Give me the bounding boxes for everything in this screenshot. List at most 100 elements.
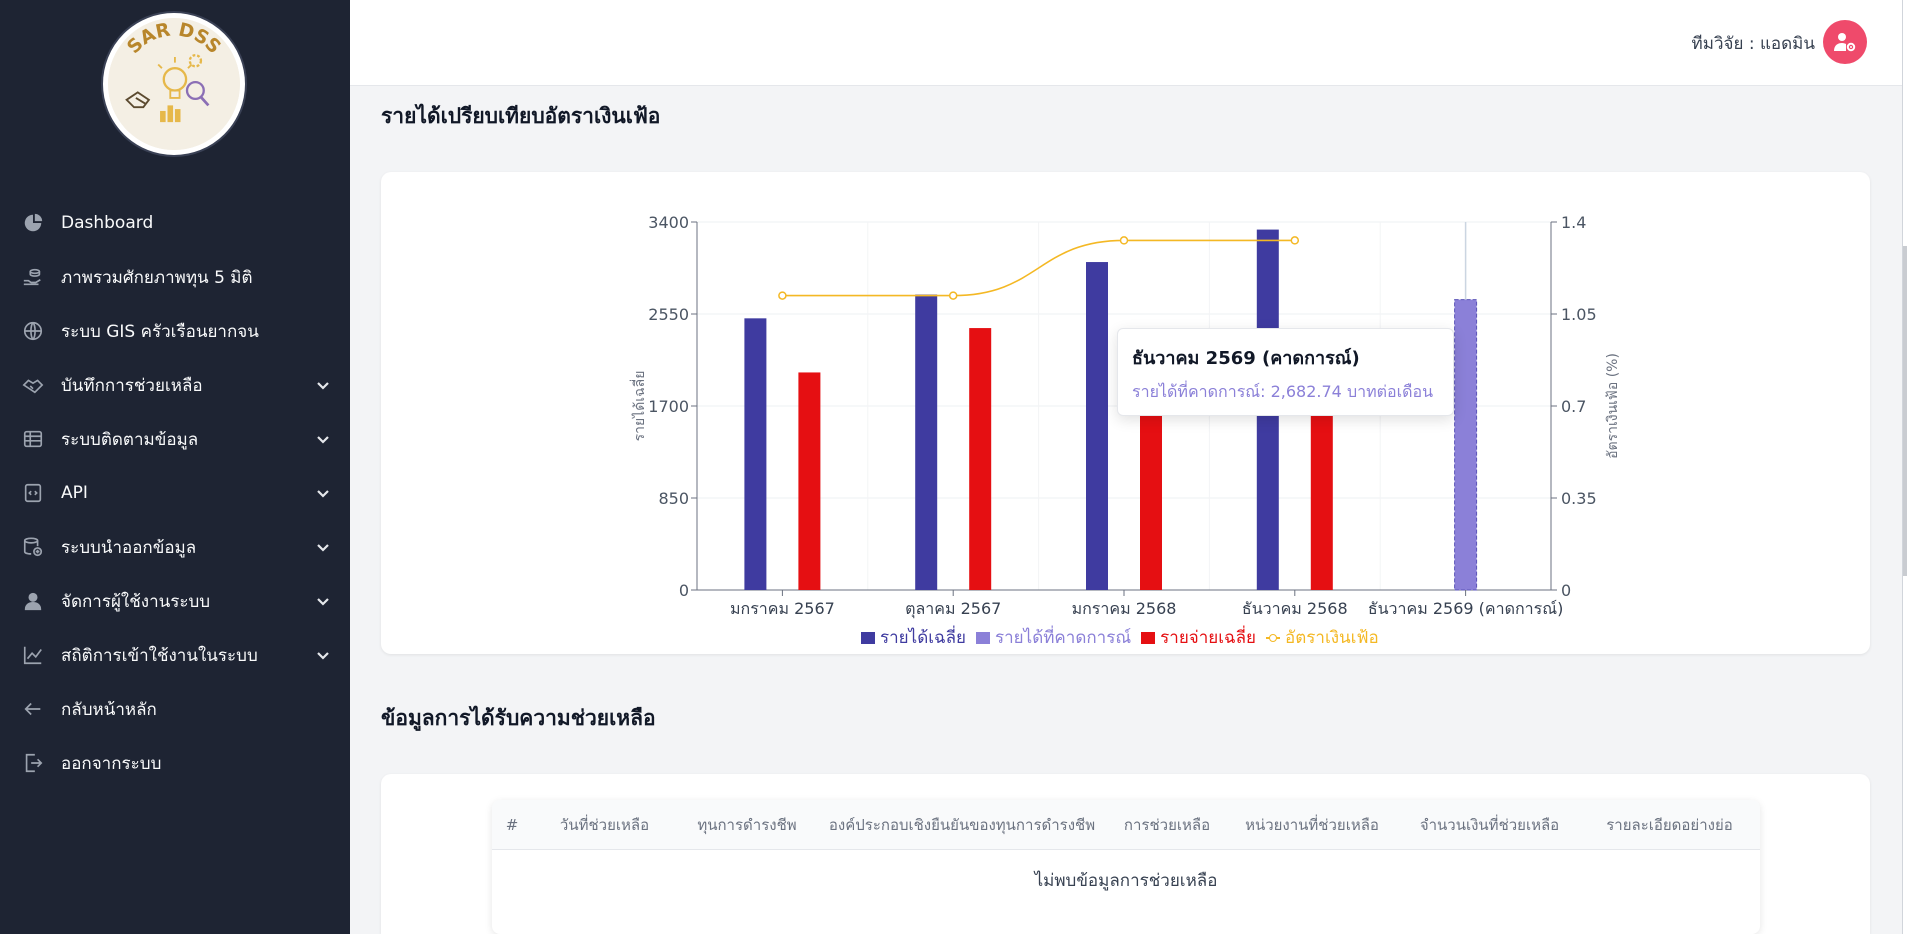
chevron-down-icon[interactable] [314,484,332,502]
expense-bar [1310,386,1333,590]
sidebar-item-8[interactable]: จัดการผู้ใช้งานระบบ [0,574,350,628]
sidebar-item-label: สถิติการเข้าใช้งานในระบบ [61,645,258,666]
forecast-income-bar [1454,299,1478,591]
chevron-down-icon[interactable] [314,430,332,448]
sidebar-item-4[interactable]: บันทึกการช่วยเหลือ [0,358,350,412]
column-header[interactable]: องค์ประกอบเชิงยืนยันของทุนการดำรงชีพ [817,813,1107,837]
sidebar-item-1[interactable]: Dashboard [0,196,350,250]
sidebar-item-label: ระบบนำออกข้อมูล [61,537,197,558]
sidebar-item-9[interactable]: สถิติการเข้าใช้งานในระบบ [0,628,350,682]
chart-pie-icon [20,210,46,236]
logout-icon [20,750,46,776]
y-tick-label: 1700 [648,397,689,416]
sidebar-item-label: บันทึกการช่วยเหลือ [61,375,203,396]
assistance-section-title: ข้อมูลการได้รับความช่วยเหลือ [381,706,656,730]
legend-item[interactable]: อัตราเงินเฟ้อ [1266,624,1379,651]
logo-title: SAR DSS [123,20,224,59]
sidebar-item-label: Dashboard [61,213,154,233]
user-gear-icon[interactable] [1823,20,1867,64]
expense-bar [969,328,992,590]
legend-item[interactable]: รายจ่ายเฉลี่ย [1141,624,1256,651]
table-header: # วันที่ช่วยเหลือ ทุนการดำรงชีพ องค์ประกอบเ… [492,800,1760,850]
chevron-down-icon[interactable] [314,646,332,664]
y2-axis-title: อัตราเงินเฟ้อ (%) [1605,353,1621,459]
line-chart-icon [20,642,46,668]
empty-message: ไม่พบข้อมูลการช่วยเหลือ [1034,870,1218,891]
x-tick-label: ธันวาคม 2568 [1242,599,1348,618]
x-tick-label: ตุลาคม 2567 [905,599,1001,619]
chevron-down-icon[interactable] [314,376,332,394]
inflation-point [1290,236,1300,245]
column-header[interactable]: จำนวนเงินที่ช่วยเหลือ [1397,813,1582,837]
sidebar-item-label: ภาพรวมศักยภาพทุน 5 มิติ [61,267,253,288]
legend-item[interactable]: รายได้เฉลี่ย [861,624,966,651]
assistance-table: # วันที่ช่วยเหลือ ทุนการดำรงชีพ องค์ประกอบเ… [492,800,1760,934]
handshake-icon [20,372,46,398]
table-list-icon [20,426,46,452]
arrow-left-icon [20,696,46,722]
legend-label: รายได้เฉลี่ย [880,628,966,648]
column-header[interactable]: ทุนการดำรงชีพ [677,813,817,837]
legend-swatch [1141,631,1156,644]
x-tick-label: มกราคม 2568 [1072,599,1177,618]
legend-item[interactable]: รายได้ที่คาดการณ์ [976,624,1131,651]
sidebar-item-7[interactable]: ระบบนำออกข้อมูล [0,520,350,574]
scrollbar[interactable] [1902,0,1907,934]
svg-text:SAR DSS: SAR DSS [123,20,224,59]
legend-swatch [1266,633,1281,643]
sidebar-item-5[interactable]: ระบบติดตามข้อมูล [0,412,350,466]
y-tick-label: 850 [658,489,689,508]
sar-dss-logo[interactable]: SAR DSS [103,13,245,155]
sidebar-item-10[interactable]: กลับหน้าหลัก [0,682,350,736]
chevron-down-icon[interactable] [314,538,332,556]
globe-icon [20,318,46,344]
income-chart-card: 0 850 1700 2550 3400 0 0.35 0.7 1.05 1.4 มกราคม 25… [381,172,1870,654]
y-tick-label: 3400 [648,213,689,232]
assistance-card: # วันที่ช่วยเหลือ ทุนการดำรงชีพ องค์ประกอบเ… [381,774,1870,934]
user-icon [20,588,46,614]
x-tick-label: ธันวาคม 2569 (คาดการณ์) [1368,599,1563,618]
y2-tick-label: 1.4 [1561,213,1586,232]
sidebar-nav: Dashboard ภาพรวมศักยภาพทุน 5 มิติระบบ GIS… [0,196,350,790]
column-header[interactable]: การช่วยเหลือ [1107,813,1227,837]
income-bar [915,294,938,590]
legend-label: อัตราเงินเฟ้อ [1285,628,1379,648]
database-export-icon [20,534,46,560]
user-name-label[interactable]: ทีมวิจัย : แอดมิน [1692,30,1815,57]
y2-tick-label: 0 [1561,581,1571,600]
tooltip-title: ธันวาคม 2569 (คาดการณ์) [1132,348,1360,369]
column-header[interactable]: # [492,816,532,834]
inflation-point [1119,236,1129,245]
legend-swatch [976,631,990,644]
y-tick-label: 2550 [648,305,689,324]
chart-legend: รายได้เฉลี่ย รายได้ที่คาดการณ์ รายจ่ายเฉลี… [861,624,1389,651]
legend-label: รายจ่ายเฉลี่ย [1160,628,1257,648]
y2-tick-label: 0.35 [1561,489,1597,508]
sidebar-item-label: ระบบ GIS ครัวเรือนยากจน [61,321,259,342]
hand-coins-icon [20,264,46,290]
y-tick-label: 0 [679,581,689,600]
column-header[interactable]: วันที่ช่วยเหลือ [532,813,677,837]
sidebar-item-11[interactable]: ออกจากระบบ [0,736,350,790]
code-file-icon [20,480,46,506]
income-bar [1086,262,1108,590]
scrollbar-thumb[interactable] [1903,246,1907,576]
column-header[interactable]: หน่วยงานที่ช่วยเหลือ [1227,813,1397,837]
sidebar-item-label: API [61,483,88,503]
sidebar-item-label: กลับหน้าหลัก [61,699,157,720]
sidebar-item-3[interactable]: ระบบ GIS ครัวเรือนยากจน [0,304,350,358]
legend-swatch [861,631,875,644]
column-header[interactable]: รายละเอียดอย่างย่อ [1582,813,1757,837]
inflation-point [948,291,958,300]
y2-tick-label: 1.05 [1561,305,1597,324]
y-axis-title: รายได้เฉลี่ย [630,371,648,442]
income-section-title: รายได้เปรียบเทียบอัตราเงินเฟ้อ [381,104,661,128]
top-header: ทีมวิจัย : แอดมิน [350,0,1907,86]
chevron-down-icon[interactable] [314,592,332,610]
inflation-point [778,291,787,300]
chart-tooltip: ธันวาคม 2569 (คาดการณ์) รายได้ที่คาดการณ… [1117,328,1454,416]
y2-tick-label: 0.7 [1561,397,1586,416]
sidebar-item-6[interactable]: API [0,466,350,520]
sidebar-item-2[interactable]: ภาพรวมศักยภาพทุน 5 มิติ [0,250,350,304]
income-bar [744,318,767,590]
